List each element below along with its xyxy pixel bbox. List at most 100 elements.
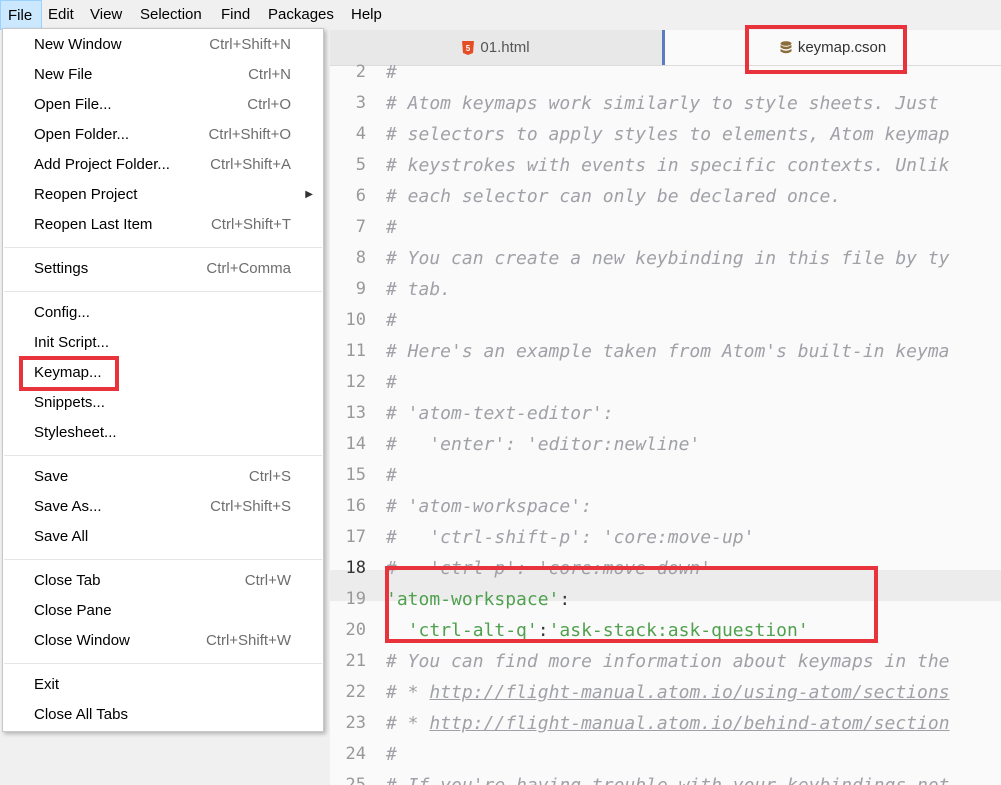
- tab-keymap-cson[interactable]: keymap.cson: [662, 30, 1001, 65]
- line-number: 21: [345, 651, 366, 671]
- string-token: 'ctrl-alt-q': [407, 620, 538, 641]
- code-line: # * http://flight-manual.atom.io/behind-…: [386, 708, 950, 739]
- menu-item-shortcut: Ctrl+O: [247, 96, 291, 113]
- menu-item-shortcut: Ctrl+W: [244, 572, 291, 589]
- menu-separator: [4, 455, 322, 456]
- menu-item-label: Config...: [34, 304, 90, 321]
- line-number: 15: [345, 465, 366, 485]
- menu-item-label: Keymap...: [34, 364, 102, 381]
- menu-help[interactable]: Help: [344, 0, 389, 30]
- menu-file[interactable]: File: [0, 0, 42, 30]
- comment-link[interactable]: http://flight-manual.atom.io/behind-atom…: [429, 713, 949, 734]
- menu-item-config[interactable]: Config...: [3, 298, 323, 328]
- menu-item-init-script[interactable]: Init Script...: [3, 328, 323, 358]
- code-line: # 'atom-workspace':: [386, 496, 592, 517]
- line-number-gutter: 2 3 4 5 6 7 8 9 10 11 12 13 14 15 16 17 18 19 20 21 22 23 24 25: [330, 62, 380, 785]
- menu-item-snippets[interactable]: Snippets...: [3, 388, 323, 418]
- menu-view[interactable]: View: [83, 0, 129, 30]
- menu-item-reopen-project[interactable]: Reopen Project ▶: [3, 180, 323, 210]
- file-menu-dropdown: New Window Ctrl+Shift+N New File Ctrl+N Open…: [2, 28, 324, 732]
- tab-01-html[interactable]: 5 01.html: [330, 30, 662, 65]
- code-line: # 'atom-text-editor':: [386, 403, 614, 424]
- menu-item-open-folder[interactable]: Open Folder... Ctrl+Shift+O: [3, 120, 323, 150]
- menu-item-label: Reopen Last Item: [34, 216, 153, 233]
- menu-item-reopen-last-item[interactable]: Reopen Last Item Ctrl+Shift+T: [3, 210, 323, 240]
- menu-item-add-project-folder[interactable]: Add Project Folder... Ctrl+Shift+A: [3, 150, 323, 180]
- menu-item-exit[interactable]: Exit: [3, 670, 323, 700]
- line-number: 2: [355, 62, 366, 82]
- code-line: # 'ctrl-p': 'core:move-down': [386, 558, 712, 579]
- punctuation-token: [386, 620, 408, 641]
- menu-item-stylesheet[interactable]: Stylesheet...: [3, 418, 323, 448]
- code-line: #: [386, 310, 397, 331]
- menu-item-keymap[interactable]: Keymap...: [3, 358, 323, 388]
- menu-item-label: Save All: [34, 528, 89, 545]
- menu-selection[interactable]: Selection: [133, 0, 209, 30]
- menu-item-close-all-tabs[interactable]: Close All Tabs: [3, 700, 323, 730]
- menu-item-close-window[interactable]: Close Window Ctrl+Shift+W: [3, 626, 323, 656]
- menu-packages[interactable]: Packages: [261, 0, 341, 30]
- menu-separator: [4, 663, 322, 664]
- menu-item-save-all[interactable]: Save All: [3, 522, 323, 552]
- submenu-arrow-icon: ▶: [305, 189, 313, 200]
- comment-link[interactable]: http://flight-manual.atom.io/using-atom/…: [429, 682, 949, 703]
- code-line: # each selector can only be declared onc…: [386, 186, 842, 207]
- line-number: 12: [345, 372, 366, 392]
- line-number: 10: [345, 310, 366, 330]
- menu-item-save[interactable]: Save Ctrl+S: [3, 462, 323, 492]
- menu-item-close-tab[interactable]: Close Tab Ctrl+W: [3, 566, 323, 596]
- code-line: #: [386, 217, 397, 238]
- menu-item-settings[interactable]: Settings Ctrl+Comma: [3, 254, 323, 284]
- code-line: # You can find more information about ke…: [386, 651, 950, 672]
- punctuation-token: :: [537, 620, 549, 641]
- line-number: 11: [345, 341, 366, 361]
- line-number: 13: [345, 403, 366, 423]
- menu-item-label: Init Script...: [34, 334, 110, 351]
- line-number: 7: [355, 217, 366, 237]
- menu-item-label: Close Pane: [34, 602, 112, 619]
- tab-bar: 5 01.html keymap.cson: [330, 30, 1001, 66]
- menu-item-save-as[interactable]: Save As... Ctrl+Shift+S: [3, 492, 323, 522]
- line-number: 3: [355, 93, 366, 113]
- menu-item-shortcut: Ctrl+S: [248, 468, 291, 485]
- line-number: 19: [345, 589, 366, 609]
- code-line: # 'enter': 'editor:newline': [386, 434, 701, 455]
- code-line: #: [386, 465, 397, 486]
- code-line: # * http://flight-manual.atom.io/using-a…: [386, 677, 950, 708]
- code-line: #: [386, 744, 397, 765]
- line-number: 6: [355, 186, 366, 206]
- html5-icon: 5: [462, 40, 475, 55]
- menu-item-new-window[interactable]: New Window Ctrl+Shift+N: [3, 30, 323, 60]
- comment-prefix: # *: [386, 682, 430, 703]
- line-number: 9: [355, 279, 366, 299]
- line-number: 24: [345, 744, 366, 764]
- menu-separator: [4, 559, 322, 560]
- menu-item-shortcut: Ctrl+Shift+O: [208, 126, 291, 143]
- line-number: 20: [345, 620, 366, 640]
- menu-item-label: Open File...: [34, 96, 112, 113]
- comment-prefix: # *: [386, 713, 430, 734]
- line-number: 23: [345, 713, 366, 733]
- string-token: 'atom-workspace': [386, 589, 560, 610]
- menu-item-new-file[interactable]: New File Ctrl+N: [3, 60, 323, 90]
- code-line: # 'ctrl-shift-p': 'core:move-up': [386, 527, 755, 548]
- code-line: 'atom-workspace':: [386, 584, 570, 615]
- code-line: # If you're having trouble with your key…: [386, 770, 950, 785]
- menu-find[interactable]: Find: [214, 0, 257, 30]
- menu-separator: [4, 247, 322, 248]
- menu-item-label: Close All Tabs: [34, 706, 128, 723]
- string-token: 'ask-stack:ask-question': [548, 620, 809, 641]
- menu-item-label: New File: [34, 66, 93, 83]
- menu-item-label: Stylesheet...: [34, 424, 117, 441]
- menu-item-shortcut: Ctrl+Shift+N: [209, 36, 291, 53]
- code-line: # selectors to apply styles to elements,…: [386, 124, 950, 145]
- code-area[interactable]: # # Atom keymaps work similarly to style …: [386, 62, 1001, 785]
- menu-edit[interactable]: Edit: [41, 0, 81, 30]
- code-line: #: [386, 372, 397, 393]
- menu-item-close-pane[interactable]: Close Pane: [3, 596, 323, 626]
- menu-item-open-file[interactable]: Open File... Ctrl+O: [3, 90, 323, 120]
- menu-item-label: Open Folder...: [34, 126, 130, 143]
- menu-item-label: Reopen Project: [34, 186, 138, 203]
- line-number: 22: [345, 682, 366, 702]
- menu-item-shortcut: Ctrl+Shift+T: [210, 216, 291, 233]
